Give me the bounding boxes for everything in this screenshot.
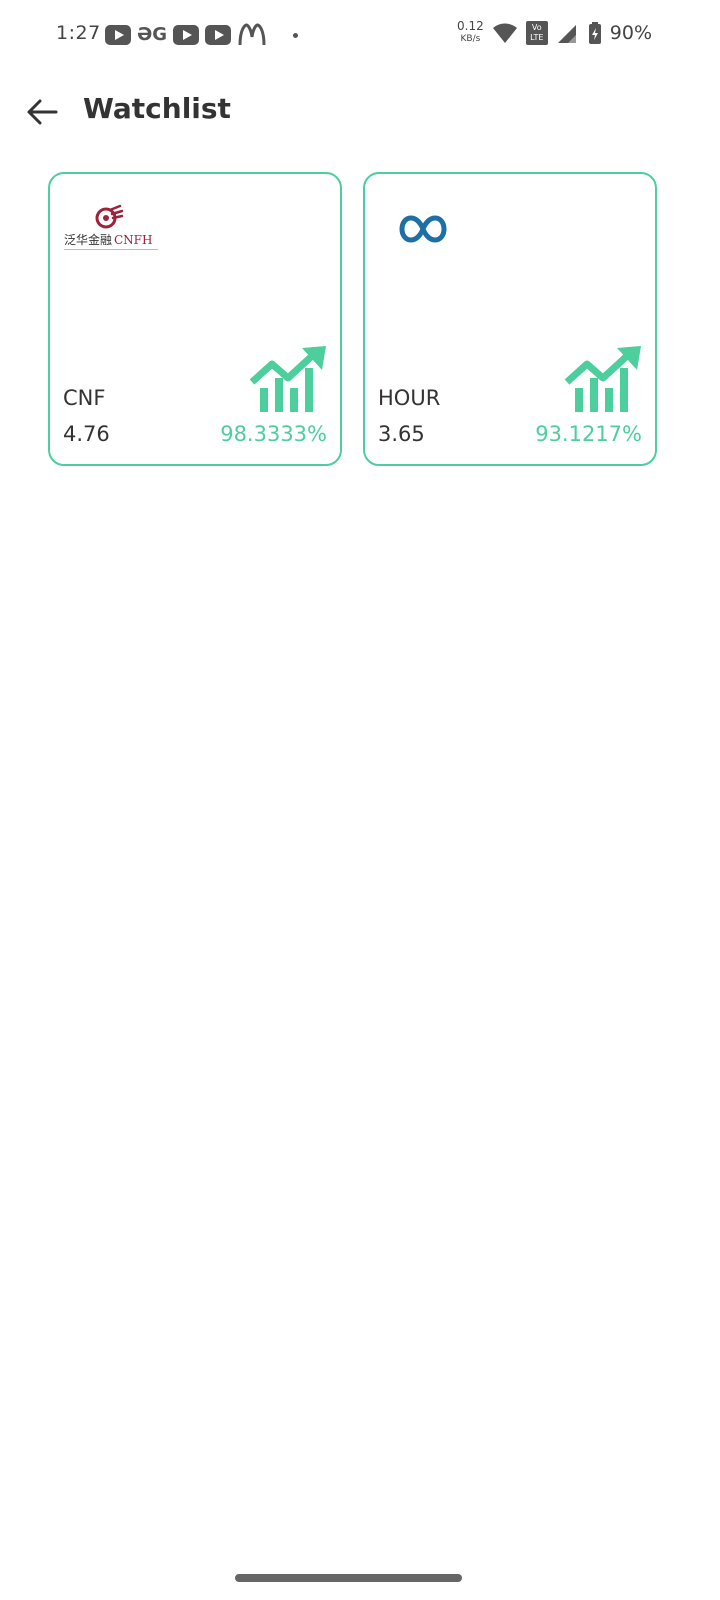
cnfh-logo: 泛华金融 CNFH <box>64 204 158 250</box>
notification-icons: ƏG <box>105 23 298 47</box>
signal-icon <box>557 25 576 43</box>
network-speed-unit: KB/s <box>460 34 481 44</box>
status-bar: 1:27 ƏG 0.12 KB/s Vo LTE 90% <box>0 0 720 70</box>
wifi-icon <box>492 23 517 43</box>
trending-up-icon <box>565 346 641 412</box>
system-status: 0.12 KB/s Vo LTE 90% <box>457 20 652 46</box>
card-change-percent: 98.3333% <box>220 422 327 446</box>
back-button[interactable] <box>20 90 64 134</box>
card-price: 3.65 <box>378 422 425 446</box>
mcdonalds-icon <box>238 23 266 46</box>
svg-text:CNFH: CNFH <box>114 233 152 247</box>
page-title: Watchlist <box>83 92 231 125</box>
volte-icon: Vo LTE <box>525 21 548 45</box>
watchlist-card-hour[interactable]: HOUR 3.65 93.1217% <box>363 172 657 466</box>
battery-percentage: 90% <box>609 22 652 44</box>
dot-icon <box>293 32 298 38</box>
home-indicator[interactable] <box>235 1574 462 1582</box>
status-time: 1:27 <box>56 22 101 44</box>
app-bar: Watchlist <box>0 80 720 140</box>
network-speed: 0.12 KB/s <box>457 20 484 46</box>
youtube-icon <box>105 25 131 45</box>
watchlist-card-cnf[interactable]: 泛华金融 CNFH CNF 4.76 98.3333% <box>48 172 342 466</box>
card-change-percent: 93.1217% <box>535 422 642 446</box>
hour-logo <box>399 215 447 243</box>
youtube-icon <box>205 25 231 45</box>
battery-icon <box>588 22 601 44</box>
watchlist-grid: 泛华金融 CNFH CNF 4.76 98.3333% HOUR 3.65 93… <box>48 172 657 466</box>
network-speed-value: 0.12 <box>457 19 484 33</box>
youtube-icon <box>173 25 199 45</box>
card-symbol: CNF <box>63 386 106 410</box>
card-symbol: HOUR <box>378 386 441 410</box>
trending-up-icon <box>250 346 326 412</box>
svg-text:泛华金融: 泛华金融 <box>64 232 112 247</box>
gg-icon: ƏG <box>137 24 168 45</box>
card-price: 4.76 <box>63 422 110 446</box>
back-arrow-icon <box>27 99 58 125</box>
